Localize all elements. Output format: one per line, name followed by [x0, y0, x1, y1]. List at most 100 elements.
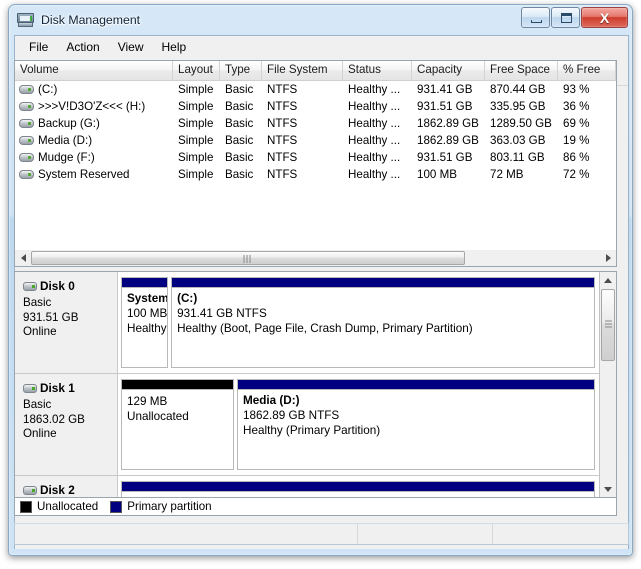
cell-type: Basic	[225, 117, 254, 130]
disk-info[interactable]: Disk 2	[15, 476, 118, 497]
table-row[interactable]: Media (D:) Simple Basic NTFS Healthy ... 1862…	[15, 132, 616, 149]
menu-item-help[interactable]: Help	[153, 38, 196, 56]
vscroll-thumb[interactable]	[601, 289, 615, 361]
menu-item-view[interactable]: View	[109, 38, 153, 56]
volume-icon	[19, 170, 34, 179]
cell-volume: Media (D:)	[15, 134, 173, 147]
cell-percent_free: 69 %	[563, 117, 590, 130]
cell-type: Basic	[225, 168, 254, 181]
table-row[interactable]: System Reserved Simple Basic NTFS Healthy ..…	[15, 166, 616, 183]
disk-info[interactable]: Disk 0 Basic 931.51 GB Online	[15, 272, 118, 373]
cell-file_system: NTFS	[267, 83, 298, 96]
legend-swatch	[20, 500, 32, 513]
table-row[interactable]: Mudge (F:) Simple Basic NTFS Healthy ... 931.…	[15, 149, 616, 166]
legend-item: Primary partition	[110, 500, 212, 513]
hscroll-track[interactable]	[31, 251, 600, 265]
window-title: Disk Management	[41, 13, 141, 27]
cell-free_space: 335.95 GB	[490, 100, 546, 113]
cell-layout: Simple	[178, 83, 214, 96]
cell-capacity: 931.51 GB	[417, 100, 473, 113]
cell-file_system: NTFS	[267, 168, 298, 181]
disk-management-window: Disk Management X File Action View Help	[8, 4, 633, 556]
legend-label: Unallocated	[37, 500, 99, 513]
disk-name-text: Disk 0	[40, 279, 75, 293]
cell-free_space: 870.44 GB	[490, 83, 546, 96]
table-row[interactable]: >>>V!D3O'Z<<< (H:) Simple Basic NTFS Healthy…	[15, 98, 616, 115]
column-header[interactable]: Status	[343, 61, 412, 80]
menu-item-action[interactable]: Action	[57, 38, 108, 56]
hscroll-left-arrow[interactable]	[15, 251, 31, 266]
partition-bar	[121, 481, 595, 492]
cell-volume: System Reserved	[15, 168, 173, 181]
status-pane-2	[358, 524, 493, 544]
volume-icon	[19, 102, 34, 111]
column-header[interactable]: Layout	[173, 61, 220, 80]
column-header[interactable]: % Free	[558, 61, 616, 80]
partition-line2: 100 MB NTFS	[127, 307, 168, 320]
volume-list-hscrollbar[interactable]	[14, 250, 617, 267]
cell-text: (C:)	[38, 83, 58, 96]
legend-item: Unallocated	[20, 500, 98, 513]
minimize-button[interactable]	[521, 7, 550, 28]
partition[interactable]: 129 MB Unallocated	[121, 379, 235, 470]
cell-text: Mudge (F:)	[38, 151, 95, 164]
hscroll-thumb[interactable]	[31, 251, 465, 265]
partition-bar	[237, 379, 595, 390]
volume-icon	[19, 119, 34, 128]
hscroll-right-arrow[interactable]	[600, 251, 616, 266]
status-pane-3	[493, 524, 628, 544]
cell-volume: >>>V!D3O'Z<<< (H:)	[15, 100, 173, 113]
cell-capacity: 931.41 GB	[417, 83, 473, 96]
cell-status: Healthy ...	[348, 100, 401, 113]
disk-icon	[23, 383, 37, 393]
disk-row[interactable]: Disk 0 Basic931.51 GBOnline System Reserve…	[15, 272, 599, 374]
table-row[interactable]: (C:) Simple Basic NTFS Healthy ... 931.41 GB 8…	[15, 81, 616, 98]
volume-list: Volume Layout Type File System Status Capacit…	[14, 60, 617, 256]
disk-management-icon	[17, 13, 34, 28]
disk-row[interactable]: Disk 2	[15, 476, 599, 497]
column-header[interactable]: Free Space	[485, 61, 558, 80]
menu-bar: File Action View Help	[15, 36, 628, 58]
cell-type: Basic	[225, 83, 254, 96]
cell-type: Basic	[225, 151, 254, 164]
partition-strip: System Reserved 100 MB NTFS Healthy (Syste…	[118, 272, 599, 373]
cell-layout: Simple	[178, 168, 214, 181]
partition[interactable]: Media (D:) 1862.89 GB NTFS Healthy (Primar…	[237, 379, 595, 470]
disk-type: Basic	[23, 398, 52, 411]
partition-strip	[118, 476, 599, 497]
disk-name: Disk 0	[23, 279, 117, 293]
status-bar	[14, 523, 629, 545]
cell-text: Backup (G:)	[38, 117, 100, 130]
disk-icon	[23, 485, 37, 495]
column-header[interactable]: Volume	[15, 61, 173, 80]
cell-status: Healthy ...	[348, 117, 401, 130]
maximize-button[interactable]	[551, 7, 580, 28]
graphical-view-vscrollbar[interactable]	[599, 272, 616, 497]
menu-item-file[interactable]: File	[20, 38, 57, 56]
cell-free_space: 803.11 GB	[490, 151, 545, 164]
cell-layout: Simple	[178, 117, 214, 130]
close-button[interactable]: X	[581, 7, 628, 28]
disk-size: 1863.02 GB	[23, 412, 85, 426]
vscroll-up-arrow[interactable]	[600, 272, 616, 288]
disk-row[interactable]: Disk 1 Basic 1863.02 GB Online 129 MB Unalloc…	[15, 374, 599, 476]
partition[interactable]	[121, 481, 595, 497]
column-header[interactable]: File System	[262, 61, 343, 80]
partition[interactable]: System Reserved 100 MB NTFS Healthy (Syste…	[121, 277, 169, 368]
graphical-disk-scroller: Disk 0Basic931.51 GBOnlineSystem Reserve…	[15, 272, 599, 497]
disk-name: Disk 2	[23, 483, 117, 497]
cell-capacity: 1862.89 GB	[417, 117, 479, 130]
window-controls: X	[520, 7, 628, 28]
table-row[interactable]: Backup (G:) Simple Basic NTFS Healthy ... 186…	[15, 115, 616, 132]
disk-size: 931.51 GB	[23, 310, 79, 324]
vscroll-down-arrow[interactable]	[600, 481, 616, 497]
partition-line3: Healthy (Boot, Page File, Crash Dump, Pr…	[177, 322, 473, 335]
column-header[interactable]: Capacity	[412, 61, 485, 80]
volume-icon	[19, 136, 34, 145]
column-header[interactable]: Type	[220, 61, 262, 80]
partition[interactable]: (C:) 931.41 GB NTFS Healthy (Boot, Page Fi…	[171, 277, 595, 368]
disk-info[interactable]: Disk 1 Basic 1863.02 GB Online	[15, 374, 118, 475]
disk-type: Basic	[23, 296, 52, 309]
cell-status: Healthy ...	[348, 83, 401, 96]
volume-list-header: Volume Layout Type File System Status Capacit…	[15, 61, 616, 81]
